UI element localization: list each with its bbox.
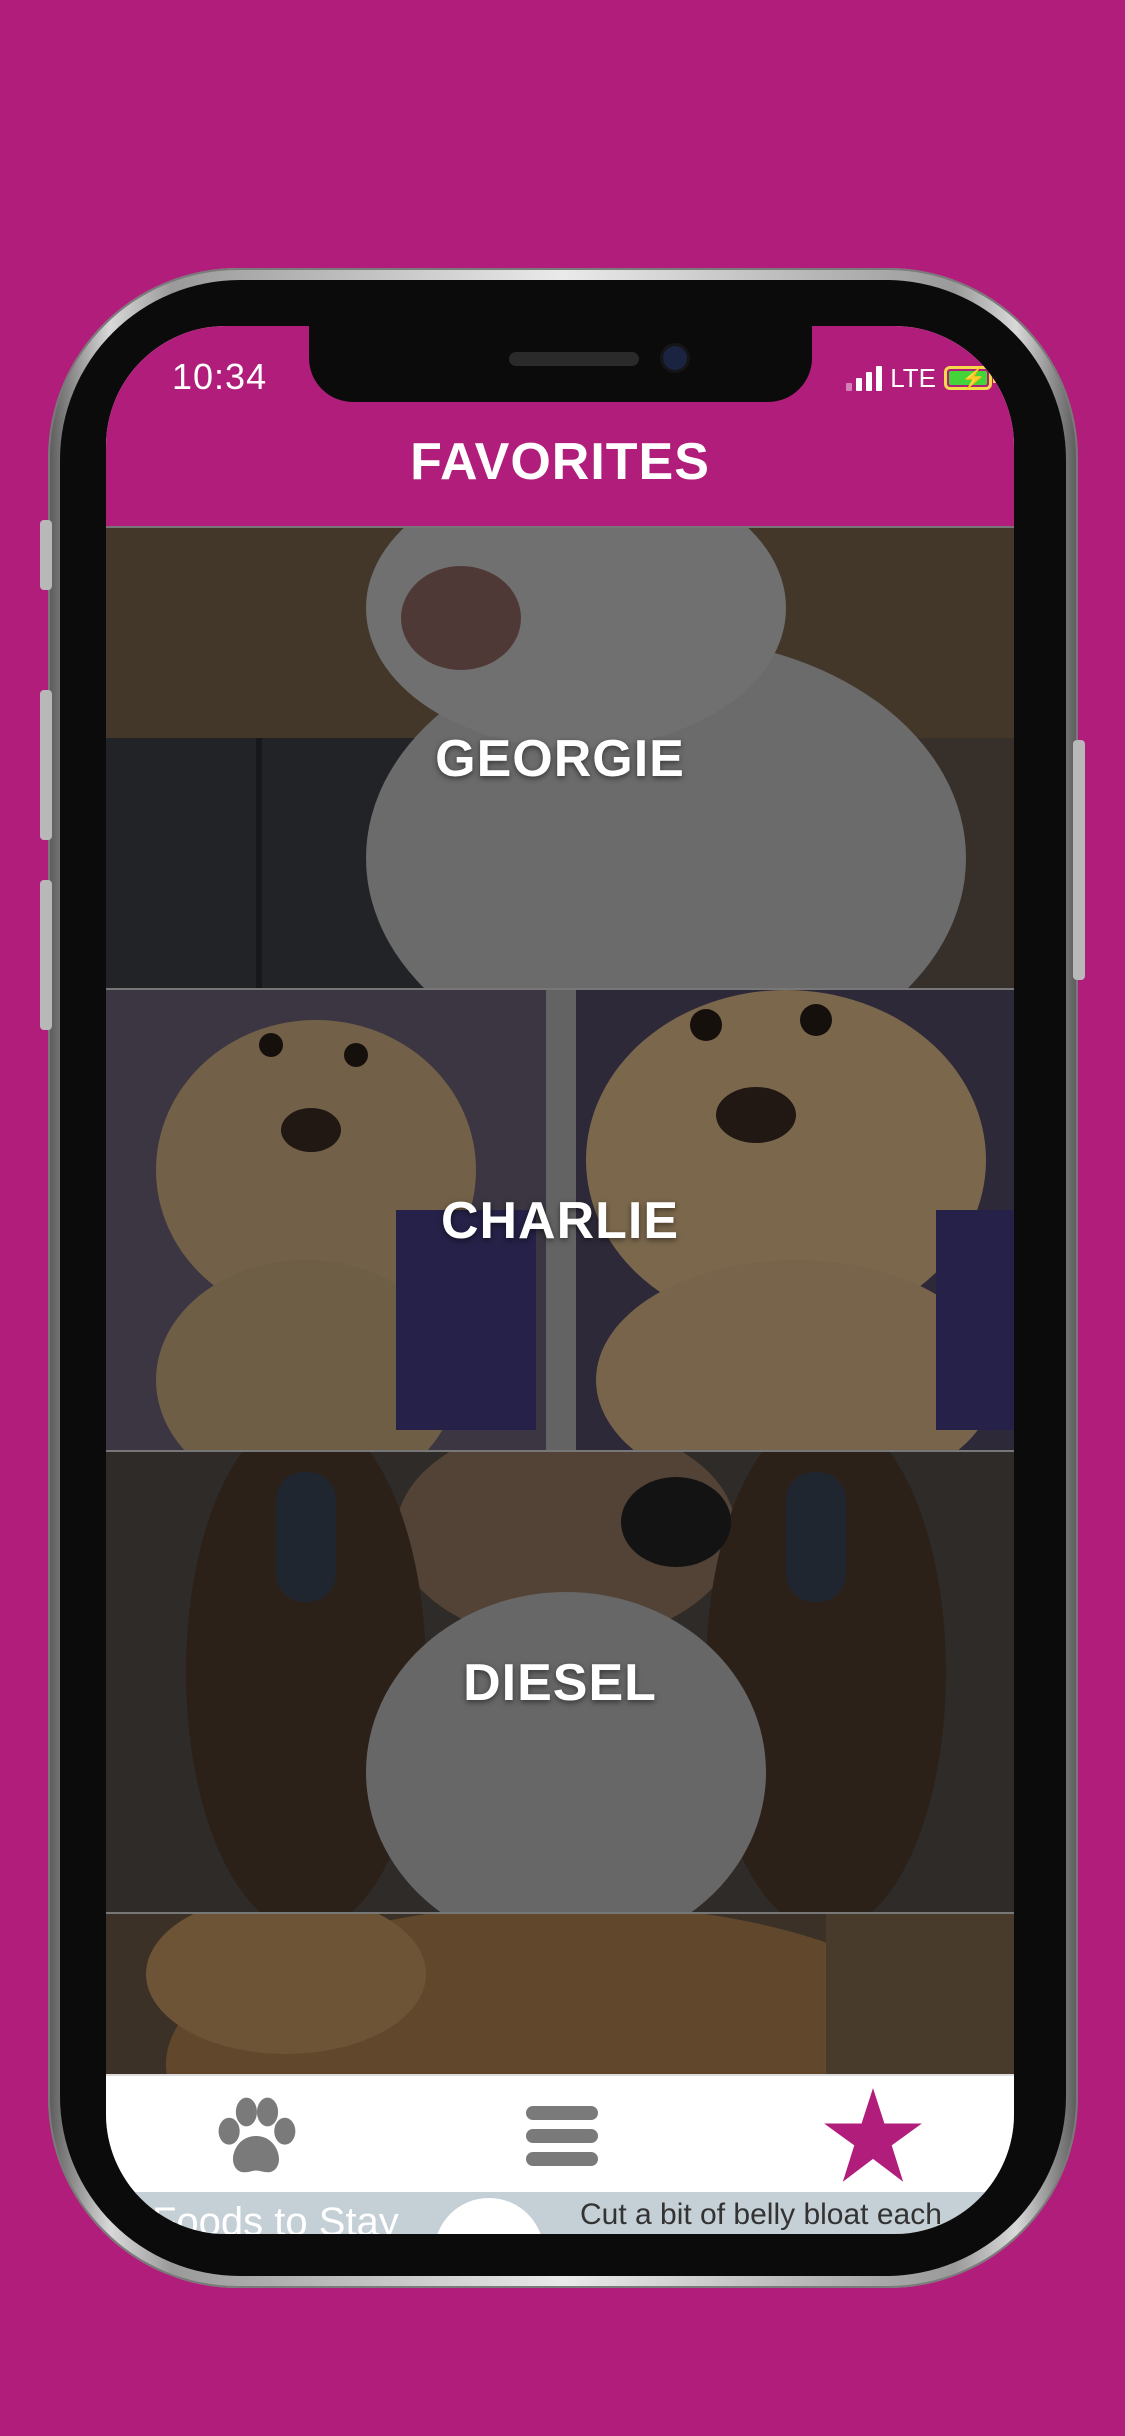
ad-banner[interactable]: Foods to Stay Cut a bit of belly bloat e… xyxy=(106,2192,1014,2234)
app-header: 10:34 LTE ⚡ FAVORITES xyxy=(106,326,1014,526)
tab-bar xyxy=(106,2074,1014,2194)
tab-browse[interactable] xyxy=(201,2086,311,2186)
status-time: 10:34 xyxy=(172,356,268,397)
tab-menu[interactable] xyxy=(507,2086,617,2186)
star-icon xyxy=(824,2088,922,2182)
ad-left-text: Foods to Stay xyxy=(152,2200,399,2234)
status-indicators: LTE ⚡ xyxy=(846,360,997,396)
ad-right-text: Cut a bit of belly bloat each xyxy=(580,2198,942,2231)
network-label: LTE xyxy=(890,362,936,393)
pet-name: DIESEL xyxy=(463,1654,657,1712)
tab-favorites[interactable] xyxy=(818,2086,928,2186)
signal-icon xyxy=(846,365,883,391)
power-button xyxy=(1073,740,1085,980)
menu-icon xyxy=(526,2106,598,2166)
pet-name: CHARLIE xyxy=(440,1192,680,1250)
paw-icon xyxy=(218,2097,296,2173)
volume-down-button xyxy=(40,880,52,1030)
ad-image xyxy=(434,2198,544,2234)
mute-switch xyxy=(40,520,52,590)
pet-name: GEORGIE xyxy=(435,730,685,788)
front-camera xyxy=(663,346,687,370)
favorite-card-diesel[interactable]: DIESEL xyxy=(106,1450,1014,1914)
notch xyxy=(309,326,812,402)
volume-up-button xyxy=(40,690,52,840)
battery-charging-icon: ⚡ xyxy=(944,366,997,390)
speaker-grille xyxy=(509,352,639,366)
favorite-card-charlie[interactable]: CHARLIE xyxy=(106,988,1014,1452)
page-title: FAVORITES xyxy=(410,433,710,491)
favorite-card-georgie[interactable]: GEORGIE xyxy=(106,526,1014,990)
app-screen: 10:34 LTE ⚡ FAVORITES GEORGIE CHARLIE DI… xyxy=(106,326,1014,2234)
